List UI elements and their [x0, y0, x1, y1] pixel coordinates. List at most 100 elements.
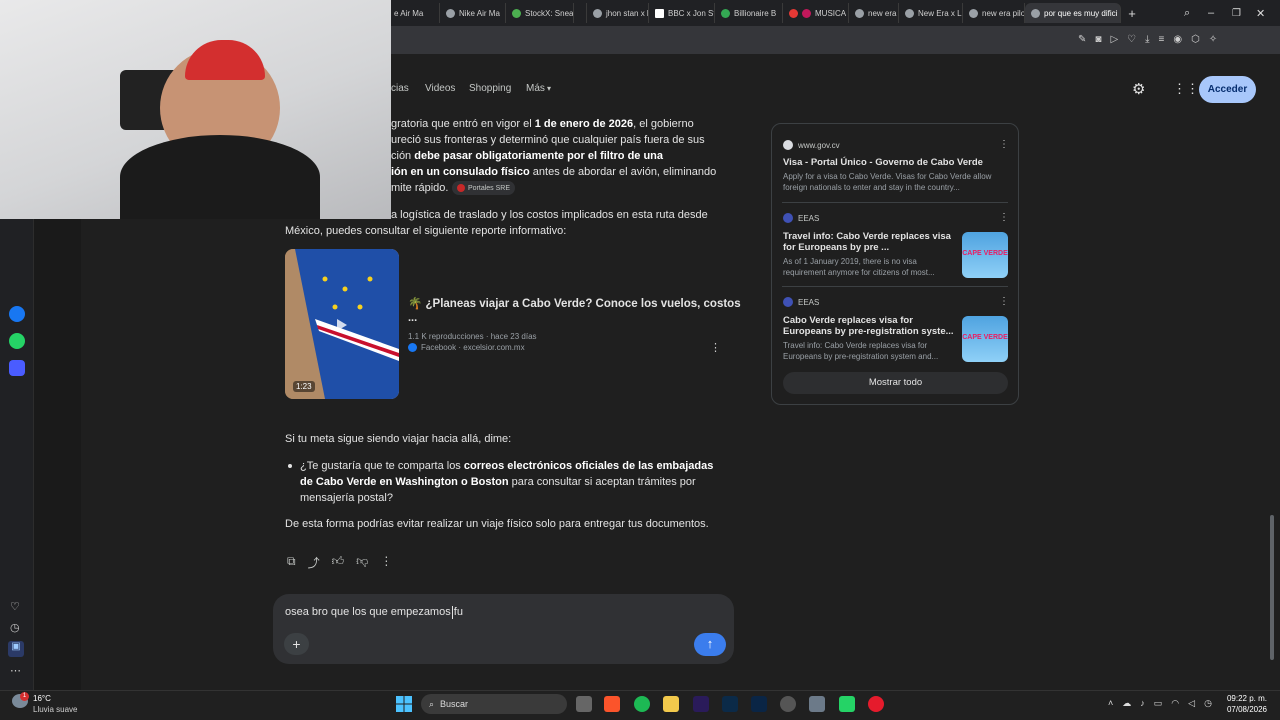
extension-icon[interactable]: ⬡	[1191, 34, 1200, 46]
camera-icon[interactable]: ◙	[1095, 34, 1101, 46]
share-icon[interactable]: ⤴	[308, 554, 320, 571]
clock-time[interactable]: 09:22 p. m.	[1225, 694, 1267, 703]
tab[interactable]: Billionaire B	[715, 3, 783, 23]
tab[interactable]: Nike Air Ma	[440, 3, 506, 23]
thumbs-down-icon[interactable]: 👎︎	[356, 554, 368, 571]
answer-paragraph-3: Si tu meta sigue siendo viajar hacia all…	[285, 433, 512, 445]
more-icon[interactable]: ⋯	[10, 664, 21, 677]
windows-start-icon[interactable]	[396, 696, 412, 712]
brave-icon[interactable]	[604, 696, 620, 712]
file-explorer-icon[interactable]	[663, 696, 679, 712]
clock-icon[interactable]: ◷	[1204, 698, 1212, 709]
maximize-icon[interactable]: ❐	[1232, 8, 1256, 19]
messenger-icon[interactable]	[9, 306, 25, 322]
cloud-icon[interactable]: ☁	[1122, 698, 1131, 709]
tab[interactable]: jhon stan x l	[587, 3, 649, 23]
favicon-icon	[655, 8, 664, 18]
instagram-icon[interactable]	[9, 360, 25, 376]
bullet-line-2: de Cabo Verde en Washington o Boston par…	[300, 476, 696, 488]
new-tab-button[interactable]: +	[1121, 6, 1143, 21]
tab[interactable]: New Era x Li	[899, 3, 963, 23]
weather-temp[interactable]: 16°C	[33, 694, 51, 703]
source-more-icon[interactable]	[999, 212, 1009, 223]
heart-icon[interactable]: ♡	[10, 600, 20, 613]
settings-icon[interactable]	[809, 696, 825, 712]
minimize-icon[interactable]: –	[1208, 7, 1232, 19]
weather-badge: 1	[20, 692, 29, 701]
video-thumbnail[interactable]: 1:23	[285, 249, 399, 399]
ai-icon[interactable]: ✧	[1209, 34, 1217, 46]
source-thumbnail[interactable]: CAPE VERDE	[962, 316, 1008, 362]
tab-active[interactable]: por que es muy difici	[1025, 3, 1121, 23]
more-options-icon[interactable]: ⋮	[380, 554, 392, 571]
nav-link[interactable]: cias	[391, 83, 409, 94]
answer-paragraph-2-line-2: México, puedes consultar el siguiente re…	[285, 225, 567, 237]
lightroom-icon[interactable]	[751, 696, 767, 712]
source-title[interactable]: Cabo Verde replaces visa for	[783, 315, 913, 326]
source-snippet: Europeans by pre-registration system and…	[783, 352, 939, 361]
app-icon[interactable]	[780, 696, 796, 712]
tab[interactable]: e Air Ma	[388, 3, 440, 23]
answer-paragraph-1-line-2: ureció sus fronteras y determinó que cua…	[391, 134, 705, 146]
mic-icon[interactable]: ♪	[1140, 698, 1145, 709]
wifi-icon[interactable]: ◠	[1171, 698, 1179, 709]
show-all-button[interactable]: Mostrar todo	[783, 372, 1008, 394]
whatsapp-taskbar-icon[interactable]	[839, 696, 855, 712]
download-icon[interactable]: ⤓	[1145, 34, 1149, 46]
settings-gear-icon[interactable]: ⚙	[1132, 80, 1145, 98]
taskbar-search[interactable]: ⌕ Buscar	[421, 694, 567, 714]
add-attachment-button[interactable]: +	[284, 633, 309, 655]
heart-icon[interactable]: ♡	[1127, 34, 1136, 46]
source-thumbnail[interactable]: CAPE VERDE	[962, 232, 1008, 278]
tab[interactable]: MUSICA	[783, 3, 849, 23]
nav-link-videos[interactable]: Videos	[425, 83, 455, 94]
clock-date[interactable]: 07/08/2026	[1225, 705, 1267, 714]
spotify-icon[interactable]	[634, 696, 650, 712]
signin-button[interactable]: Acceder	[1199, 76, 1256, 103]
answer-paragraph-1-line-1: gratoria que entró en vigor el 1 de ener…	[391, 118, 694, 130]
tab-label: MUSICA	[815, 8, 847, 18]
menu-lines-icon[interactable]: ≡	[1159, 34, 1165, 46]
video-title[interactable]: 🌴 ¿Planeas viajar a Cabo Verde? Conoce l…	[408, 296, 741, 312]
source-title-line-2[interactable]: Europeans by pre-registration syste...	[783, 326, 954, 337]
volume-icon[interactable]: ◁	[1188, 698, 1195, 709]
video-more-options-icon[interactable]	[710, 341, 721, 354]
scrollbar-thumb[interactable]	[1270, 515, 1274, 660]
profile-icon[interactable]: ◉	[1173, 34, 1182, 46]
premiere-icon[interactable]	[693, 696, 709, 712]
play-icon[interactable]: ▷	[1110, 34, 1118, 46]
youtube-icon	[789, 8, 798, 18]
tab[interactable]: StockX: Snea	[506, 3, 574, 23]
send-button[interactable]: ↑	[694, 633, 726, 656]
tab[interactable]: new era x n	[849, 3, 899, 23]
prompt-input[interactable]: osea bro que los que empezamos fu	[285, 606, 463, 618]
copy-icon[interactable]: ⧉	[287, 554, 296, 571]
source-more-icon[interactable]	[999, 139, 1009, 150]
whatsapp-icon[interactable]	[9, 333, 25, 349]
chevron-up-icon[interactable]: ˄	[1108, 698, 1113, 709]
source-title-line-2[interactable]: for Europeans by pre ...	[783, 242, 889, 253]
task-view-icon[interactable]	[576, 696, 592, 712]
source-snippet: requirement anymore for citizens of most…	[783, 268, 935, 277]
eu-icon	[783, 297, 793, 307]
photoshop-icon[interactable]	[722, 696, 738, 712]
wallet-icon[interactable]: ▣	[8, 641, 24, 657]
source-site-label: EEAS	[798, 213, 820, 223]
source-more-icon[interactable]	[999, 296, 1009, 307]
nav-link-more[interactable]: Más	[526, 83, 545, 94]
nav-link-shopping[interactable]: Shopping	[469, 83, 511, 94]
opera-icon[interactable]	[868, 696, 884, 712]
tab[interactable]: new era pilo	[963, 3, 1025, 23]
folder-icon[interactable]: ▭	[1154, 698, 1163, 709]
source-title[interactable]: Travel info: Cabo Verde replaces visa	[783, 231, 951, 242]
source-title[interactable]: Visa - Portal Único - Governo de Cabo Ve…	[783, 157, 983, 168]
edit-icon[interactable]: ✎	[1078, 34, 1086, 46]
close-icon[interactable]: ✕	[1256, 7, 1280, 20]
tab-label: New Era x Li	[918, 8, 963, 18]
history-icon[interactable]: ◷	[10, 621, 20, 634]
tab[interactable]: BBC x Jon St	[649, 3, 715, 23]
source-chip[interactable]: Portales SRE	[452, 181, 516, 195]
thumbs-up-icon[interactable]: 👍︎	[332, 554, 345, 571]
search-tabs-icon[interactable]: ⌕	[1184, 7, 1208, 20]
tab-label: new era pilo	[982, 8, 1025, 18]
